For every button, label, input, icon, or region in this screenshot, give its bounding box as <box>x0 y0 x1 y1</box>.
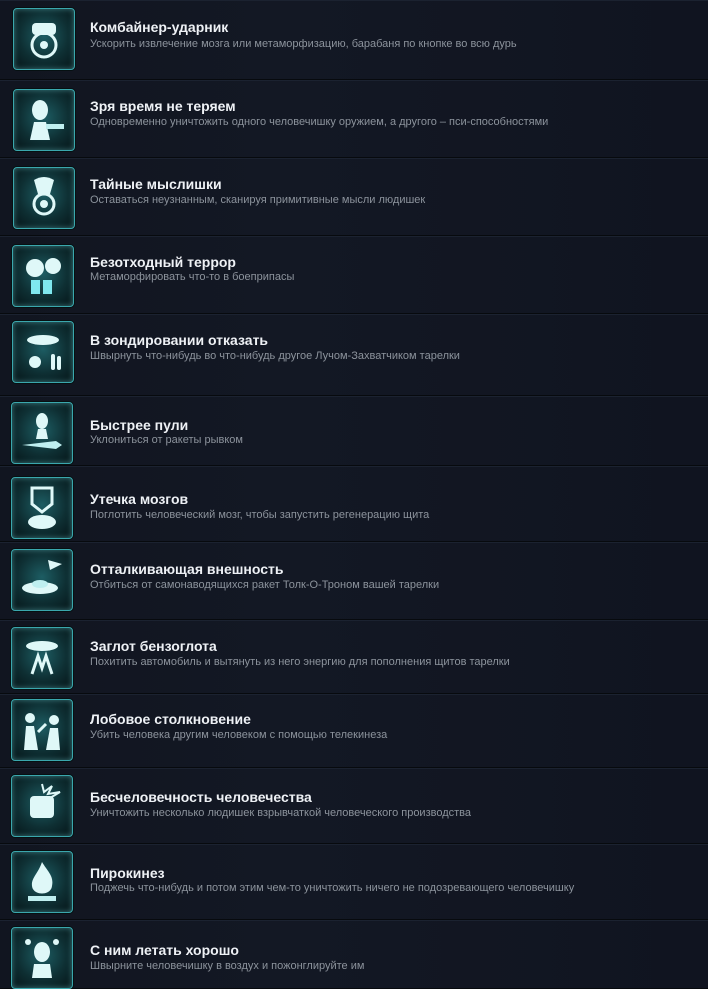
mind-eye-icon <box>13 167 75 229</box>
alien-juggle-icon <box>11 927 73 989</box>
alien-weapon-icon <box>13 89 75 151</box>
achievement-description: Оставаться неузнанным, сканируя примитив… <box>90 194 426 206</box>
alien-rocket-icon <box>11 402 73 464</box>
achievement-description: Поджечь что-нибудь и потом этим чем-то у… <box>90 882 575 894</box>
achievement-row: С ним летать хорошо Швырните человечишку … <box>0 920 708 989</box>
achievement-description: Ускорить извлечение мозга или метаморфиз… <box>90 38 517 50</box>
achievement-title: Быстрее пули <box>90 417 189 433</box>
achievement-description: Убить человека другим человеком с помощь… <box>90 729 388 741</box>
achievement-title: Лобовое столкновение <box>90 711 251 727</box>
achievement-row: Зря время не теряем Одновременно уничтожи… <box>0 80 708 158</box>
achievement-description: Поглотить человеческий мозг, чтобы запус… <box>90 509 430 521</box>
achievement-title: Заглот бензоглота <box>90 638 217 654</box>
achievement-row: Заглот бензоглота Похитить автомобиль и в… <box>0 620 708 694</box>
achievement-row: Безотходный террор Метаморфировать что-то… <box>0 236 708 314</box>
achievement-row: Отталкивающая внешность Отбиться от самон… <box>0 542 708 620</box>
achievement-row: Бесчеловечность человечества Уничтожить н… <box>0 768 708 844</box>
ufo-energy-icon <box>11 627 73 689</box>
brain-shield-icon <box>11 477 73 539</box>
achievement-title: Безотходный террор <box>90 254 236 270</box>
achievement-title: Отталкивающая внешность <box>90 561 284 577</box>
tractor-icon <box>13 8 75 70</box>
ufo-bowling-icon <box>12 321 74 383</box>
achievement-title: Зря время не теряем <box>90 98 236 114</box>
achievement-row: Быстрее пули Уклониться от ракеты рывком <box>0 396 708 466</box>
ufo-missile-icon <box>11 549 73 611</box>
achievement-description: Швырнуть что-нибудь во что-нибудь другое… <box>90 350 460 362</box>
achievement-title: Тайные мыслишки <box>90 176 222 192</box>
achievement-title: Пирокинез <box>90 865 165 881</box>
achievement-description: Метаморфировать что-то в боеприпасы <box>90 271 295 283</box>
achievement-row: Пирокинез Поджечь что-нибудь и потом этим… <box>0 844 708 920</box>
achievement-title: Бесчеловечность человечества <box>90 789 312 805</box>
achievement-description: Уклониться от ракеты рывком <box>90 434 243 446</box>
achievement-title: В зондировании отказать <box>90 332 269 348</box>
human-collision-icon <box>11 699 73 761</box>
explosive-icon <box>11 775 73 837</box>
achievement-list: Комбайнер-ударник Ускорить извлечение моз… <box>0 0 708 989</box>
achievement-title: Комбайнер-ударник <box>90 19 229 35</box>
achievement-description: Похитить автомобиль и вытянуть из него э… <box>90 656 510 668</box>
achievement-row: В зондировании отказать Швырнуть что-нибу… <box>0 314 708 396</box>
achievement-row: Тайные мыслишки Оставаться неузнанным, ск… <box>0 158 708 236</box>
achievement-description: Уничтожить несколько людишек взрывчаткой… <box>90 807 472 819</box>
achievement-description: Отбиться от самонаводящихся ракет Толк-О… <box>90 579 440 591</box>
ammo-barrels-icon <box>12 245 74 307</box>
achievement-row: Лобовое столкновение Убить человека други… <box>0 694 708 768</box>
achievement-row: Комбайнер-ударник Ускорить извлечение моз… <box>0 0 708 80</box>
achievement-title: С ним летать хорошо <box>90 942 239 958</box>
fire-icon <box>11 851 73 913</box>
achievement-description: Одновременно уничтожить одного человечиш… <box>90 116 549 128</box>
achievement-title: Утечка мозгов <box>90 491 189 507</box>
achievement-row: Утечка мозгов Поглотить человеческий мозг… <box>0 466 708 542</box>
achievement-description: Швырните человечишку в воздух и пожонгли… <box>90 960 365 972</box>
